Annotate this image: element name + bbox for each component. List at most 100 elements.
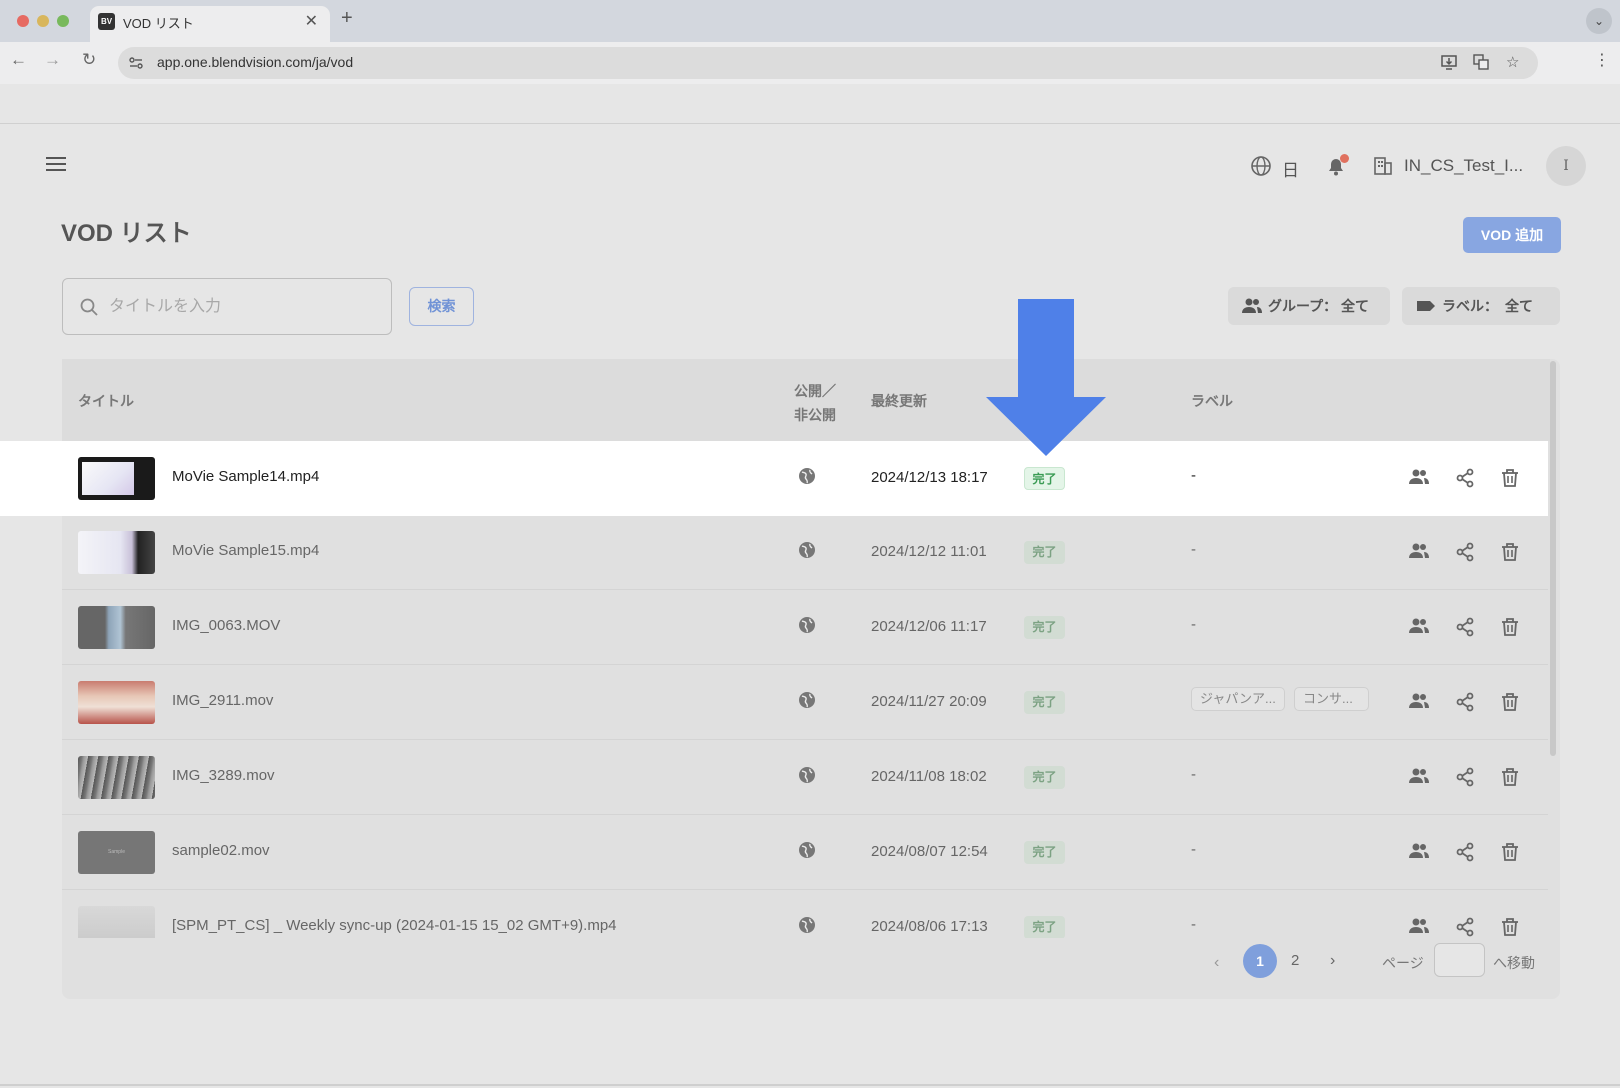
browser-tab[interactable]: BV VOD リスト ✕: [90, 6, 330, 42]
address-bar[interactable]: app.one.blendvision.com/ja/vod ☆: [118, 47, 1538, 79]
browser-menu-icon[interactable]: ⋮: [1594, 50, 1610, 70]
column-title: タイトル: [78, 393, 134, 409]
organization-name[interactable]: IN_CS_Test_I...: [1404, 156, 1523, 176]
delete-trash-icon[interactable]: [1500, 767, 1520, 787]
status-badge: 完了: [1024, 616, 1065, 639]
share-icon[interactable]: [1455, 692, 1475, 712]
delete-trash-icon[interactable]: [1500, 617, 1520, 637]
share-icon[interactable]: [1455, 917, 1475, 937]
tab-close-icon[interactable]: ✕: [305, 11, 318, 31]
tab-title: VOD リスト: [123, 16, 194, 31]
delete-trash-icon[interactable]: [1500, 542, 1520, 562]
public-globe-icon: [798, 766, 816, 784]
status-badge: 完了: [1024, 691, 1065, 714]
url-text: app.one.blendvision.com/ja/vod: [157, 54, 354, 70]
prev-page-icon[interactable]: ‹: [1214, 954, 1219, 972]
table-row[interactable]: IMG_3289.mov 2024/11/08 18:02 完了 -: [62, 740, 1548, 815]
label-filter-label: ラベル： 全て: [1442, 298, 1533, 314]
video-thumbnail[interactable]: Sample: [78, 831, 155, 874]
back-arrow-icon[interactable]: ←: [10, 50, 27, 70]
language-selector[interactable]: 日: [1282, 156, 1299, 181]
table-scrollbar[interactable]: [1550, 361, 1556, 756]
group-users-icon[interactable]: [1409, 542, 1429, 562]
next-page-icon[interactable]: ›: [1330, 952, 1335, 970]
group-users-icon[interactable]: [1409, 767, 1429, 787]
label-value: -: [1191, 616, 1196, 633]
table-row[interactable]: MoVie Sample14.mp4 2024/12/13 18:17 完了 -: [0, 441, 1548, 516]
status-badge: 完了: [1024, 541, 1065, 564]
search-input[interactable]: [107, 295, 377, 319]
video-thumbnail[interactable]: [78, 606, 155, 649]
translate-icon[interactable]: [1472, 53, 1490, 71]
video-title[interactable]: [SPM_PT_CS] _ Weekly sync-up (2024-01-15…: [172, 917, 617, 934]
label-value: -: [1191, 467, 1196, 484]
video-thumbnail[interactable]: [78, 457, 155, 500]
group-users-icon[interactable]: [1409, 692, 1429, 712]
add-vod-button[interactable]: VOD 追加: [1463, 217, 1561, 253]
video-thumbnail[interactable]: [78, 681, 155, 724]
status-badge: 完了: [1024, 841, 1065, 864]
video-title[interactable]: MoVie Sample15.mp4: [172, 542, 319, 559]
language-globe-icon[interactable]: [1250, 155, 1272, 177]
share-icon[interactable]: [1455, 842, 1475, 862]
status-badge: 完了: [1024, 766, 1065, 789]
window-maximize-button[interactable]: [57, 15, 69, 27]
delete-trash-icon[interactable]: [1500, 692, 1520, 712]
video-title[interactable]: IMG_3289.mov: [172, 767, 275, 784]
reload-icon[interactable]: ↻: [82, 50, 96, 70]
group-filter-button[interactable]: グループ： 全て: [1228, 287, 1390, 325]
video-thumbnail[interactable]: [78, 756, 155, 799]
window-minimize-button[interactable]: [37, 15, 49, 27]
label-value: -: [1191, 541, 1196, 558]
user-avatar[interactable]: I: [1546, 146, 1586, 186]
share-icon[interactable]: [1455, 767, 1475, 787]
table-row[interactable]: IMG_2911.mov 2024/11/27 20:09 完了 ジャパンア... コン…: [62, 665, 1548, 740]
video-title[interactable]: MoVie Sample14.mp4: [172, 468, 319, 485]
share-icon[interactable]: [1455, 468, 1475, 488]
search-box[interactable]: [62, 278, 392, 335]
tab-search-icon[interactable]: ⌄: [1586, 8, 1612, 34]
video-title[interactable]: IMG_2911.mov: [172, 692, 273, 709]
browser-toolbar: ← → ↻ app.one.blendvision.com/ja/vod ☆ ⋮: [0, 42, 1620, 84]
new-tab-icon[interactable]: +: [341, 7, 353, 30]
status-badge: 完了: [1024, 467, 1065, 490]
install-app-icon[interactable]: [1440, 53, 1458, 71]
search-button[interactable]: 検索: [409, 287, 474, 326]
public-globe-icon: [798, 616, 816, 634]
page-1-button[interactable]: 1: [1243, 944, 1277, 978]
menu-icon[interactable]: [46, 157, 66, 175]
table-row[interactable]: IMG_0063.MOV 2024/12/06 11:17 完了 -: [62, 590, 1548, 665]
share-icon[interactable]: [1455, 617, 1475, 637]
group-users-icon[interactable]: [1409, 917, 1429, 937]
video-thumbnail[interactable]: [78, 906, 155, 938]
delete-trash-icon[interactable]: [1500, 917, 1520, 937]
group-users-icon[interactable]: [1409, 842, 1429, 862]
video-title[interactable]: sample02.mov: [172, 842, 270, 859]
column-updated: 最終更新: [871, 393, 927, 409]
site-settings-icon[interactable]: [128, 55, 144, 71]
notification-dot: [1340, 154, 1349, 163]
group-users-icon[interactable]: [1409, 617, 1429, 637]
public-globe-icon: [798, 841, 816, 859]
video-title[interactable]: IMG_0063.MOV: [172, 617, 280, 634]
table-row[interactable]: [SPM_PT_CS] _ Weekly sync-up (2024-01-15…: [62, 890, 1548, 938]
label-filter-button[interactable]: ラベル： 全て: [1402, 287, 1560, 325]
group-users-icon[interactable]: [1409, 468, 1429, 488]
group-filter-label: グループ： 全て: [1268, 298, 1370, 314]
delete-trash-icon[interactable]: [1500, 842, 1520, 862]
favicon-icon: BV: [98, 13, 115, 30]
video-thumbnail[interactable]: [78, 531, 155, 574]
status-badge: 完了: [1024, 916, 1065, 938]
table-row[interactable]: Sample sample02.mov 2024/08/07 12:54 完了 -: [62, 815, 1548, 890]
label-value: -: [1191, 916, 1196, 933]
share-icon[interactable]: [1455, 542, 1475, 562]
page-jump-input[interactable]: [1434, 943, 1485, 977]
table-row[interactable]: MoVie Sample15.mp4 2024/12/12 11:01 完了 -: [62, 515, 1548, 590]
page-2-button[interactable]: 2: [1291, 952, 1299, 969]
delete-trash-icon[interactable]: [1500, 468, 1520, 488]
bookmark-star-icon[interactable]: ☆: [1506, 53, 1519, 71]
updated-date: 2024/08/07 12:54: [871, 843, 988, 860]
label-value: -: [1191, 841, 1196, 858]
forward-arrow-icon[interactable]: →: [44, 50, 61, 70]
window-close-button[interactable]: [17, 15, 29, 27]
